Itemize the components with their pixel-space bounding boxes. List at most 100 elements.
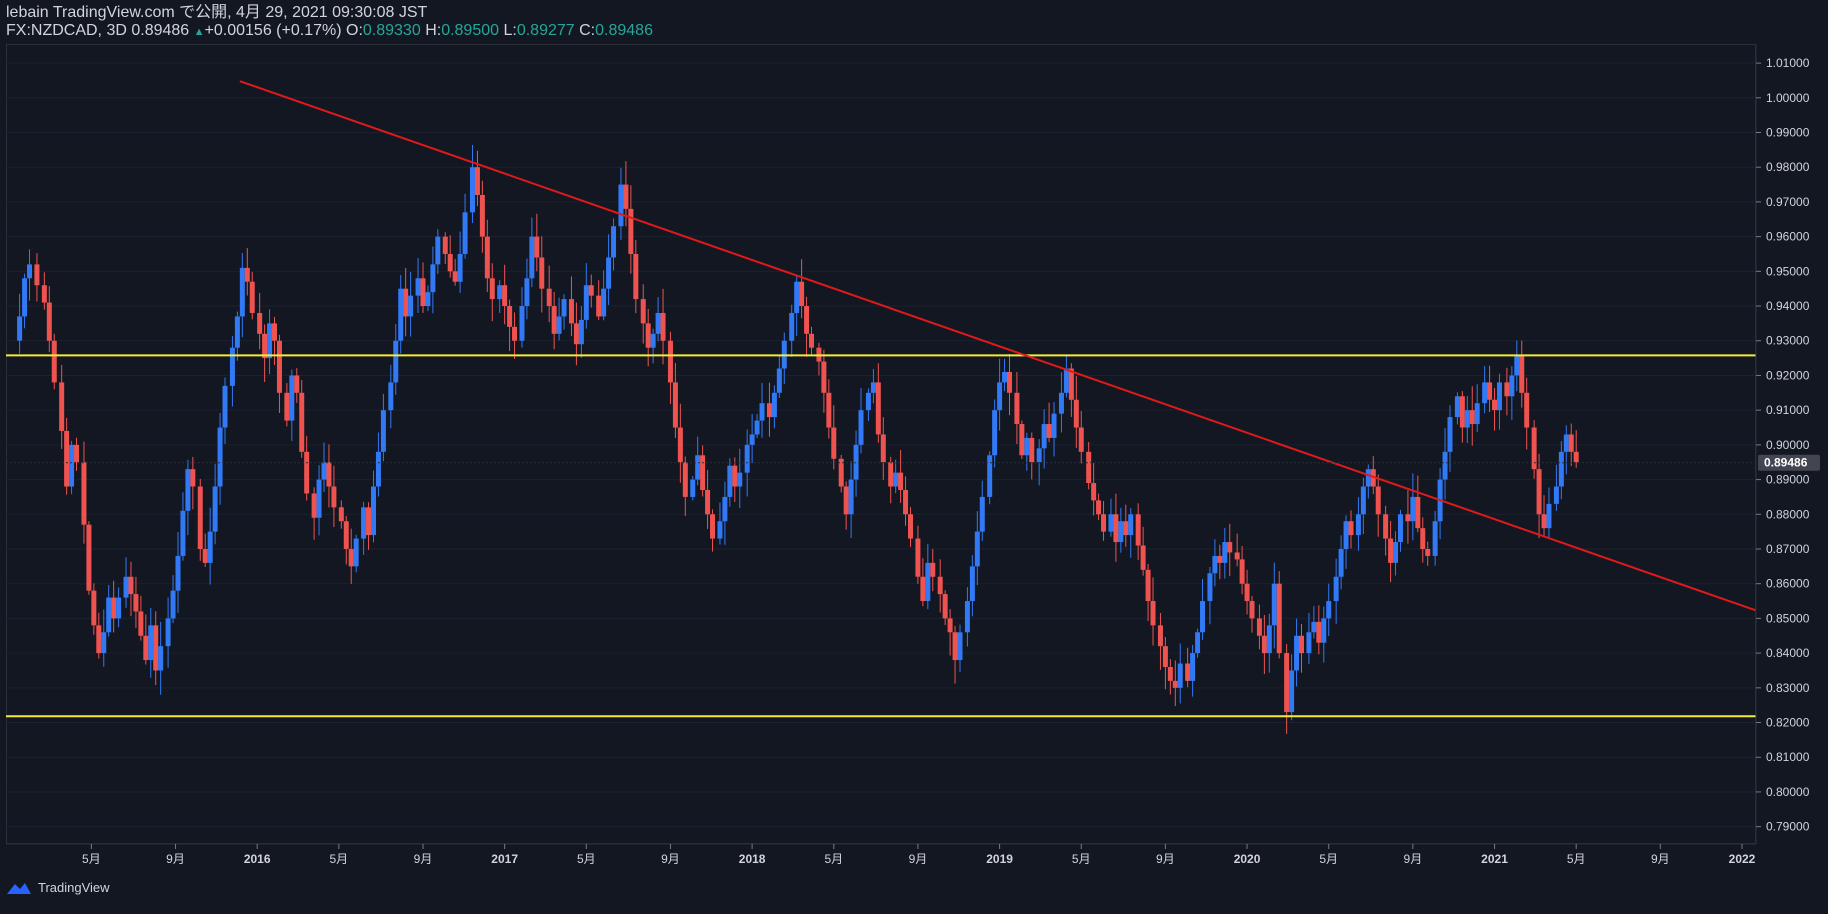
- bull-candle: [737, 472, 743, 487]
- bear-candle: [952, 632, 958, 661]
- bear-candle: [682, 462, 688, 497]
- bull-candle: [1393, 542, 1399, 563]
- bull-candle: [469, 167, 475, 213]
- y-tick-label: 0.80000: [1766, 785, 1810, 799]
- bull-candle: [375, 451, 381, 487]
- bear-candle: [74, 444, 80, 463]
- y-tick-label: 0.96000: [1766, 230, 1810, 244]
- bear-candle: [1568, 434, 1574, 452]
- bear-candle: [1425, 548, 1431, 556]
- bull-candle: [148, 625, 154, 661]
- bear-candle: [1046, 424, 1052, 438]
- bear-candle: [1524, 392, 1530, 428]
- bear-candle: [420, 278, 426, 307]
- bear-candle: [1157, 625, 1163, 647]
- bear-candle: [1113, 514, 1119, 543]
- bull-candle: [1514, 354, 1520, 376]
- bull-candle: [794, 281, 800, 313]
- bear-candle: [930, 562, 936, 577]
- bull-candle: [1563, 434, 1569, 452]
- bull-candle: [997, 382, 1003, 411]
- bear-candle: [705, 489, 711, 515]
- x-tick-label: 2017: [491, 852, 518, 866]
- price-chart[interactable]: 1.01000 1.00000 0.99000 0.98000 0.97000 0.960…: [0, 0, 1828, 909]
- y-tick-label: 0.84000: [1766, 646, 1810, 660]
- bear-candle: [1519, 354, 1525, 393]
- bull-candle: [749, 434, 755, 445]
- bull-candle: [207, 531, 213, 563]
- bull-candle: [865, 392, 871, 411]
- y-tick-label: 0.94000: [1766, 299, 1810, 313]
- bear-candle: [1256, 618, 1262, 636]
- bull-candle: [1306, 632, 1312, 654]
- bear-candle: [1487, 382, 1493, 400]
- x-tick-label: 5月: [330, 852, 349, 866]
- bull-candle: [1311, 621, 1317, 633]
- bull-candle: [1108, 514, 1114, 532]
- bear-candle: [96, 625, 102, 654]
- bull-candle: [1002, 371, 1008, 383]
- bear-candle: [190, 469, 196, 487]
- bear-candle: [343, 521, 349, 549]
- bear-candle: [299, 392, 305, 452]
- bull-candle: [361, 507, 367, 539]
- bear-candle: [81, 462, 87, 525]
- bear-candle: [947, 618, 953, 633]
- bull-candle: [69, 444, 75, 487]
- bull-candle: [606, 257, 612, 289]
- x-tick-label: 9月: [1404, 852, 1423, 866]
- bull-candle: [1546, 503, 1552, 529]
- bull-candle: [170, 590, 176, 619]
- bull-candle: [1454, 396, 1460, 418]
- bear-candle: [1167, 666, 1173, 681]
- bull-candle: [1128, 514, 1134, 536]
- bear-candle: [138, 611, 144, 636]
- bear-candle: [1101, 514, 1107, 532]
- bear-candle: [294, 375, 300, 393]
- bull-candle: [717, 521, 723, 539]
- bull-candle: [1321, 618, 1327, 643]
- y-tick-label: 0.88000: [1766, 507, 1810, 521]
- bear-candle: [249, 281, 255, 313]
- bear-candle: [645, 323, 651, 348]
- bear-candle: [512, 326, 518, 341]
- bear-candle: [202, 548, 208, 563]
- bull-candle: [1326, 601, 1332, 619]
- y-tick-label: 0.92000: [1766, 368, 1810, 382]
- tradingview-logo-icon: [7, 882, 31, 894]
- footer: TradingView: [6, 880, 110, 895]
- bull-candle: [578, 319, 584, 345]
- bull-candle: [618, 184, 624, 227]
- bull-candle: [727, 465, 733, 497]
- bull-candle: [1355, 514, 1361, 536]
- bear-candle: [59, 382, 65, 431]
- bear-candle: [1086, 451, 1092, 484]
- x-tick-label: 9月: [1651, 852, 1670, 866]
- x-tick-label: 5月: [1567, 852, 1586, 866]
- bull-candle: [393, 340, 399, 383]
- bear-candle: [153, 625, 159, 671]
- x-tick-label: 9月: [909, 852, 928, 866]
- bull-candle: [556, 316, 562, 334]
- x-tick-label: 2018: [739, 852, 766, 866]
- y-tick-label: 0.99000: [1766, 126, 1810, 140]
- x-tick-label: 5月: [577, 852, 596, 866]
- bear-candle: [551, 306, 557, 334]
- bear-candle: [1573, 451, 1579, 463]
- bear-candle: [128, 576, 134, 595]
- bull-candle: [1343, 521, 1349, 549]
- bull-candle: [583, 285, 589, 320]
- bear-candle: [1276, 583, 1282, 654]
- bull-candle: [1190, 653, 1196, 681]
- y-tick-label: 0.93000: [1766, 334, 1810, 348]
- bull-candle: [1397, 514, 1403, 543]
- bear-candle: [710, 514, 716, 539]
- bull-candle: [123, 576, 129, 598]
- bear-candle: [1172, 680, 1178, 688]
- bear-candle: [1299, 635, 1305, 654]
- bear-candle: [1078, 427, 1084, 452]
- bull-candle: [1271, 583, 1277, 626]
- bear-candle: [1541, 514, 1547, 529]
- bear-candle: [1162, 646, 1168, 667]
- bull-candle: [212, 486, 218, 532]
